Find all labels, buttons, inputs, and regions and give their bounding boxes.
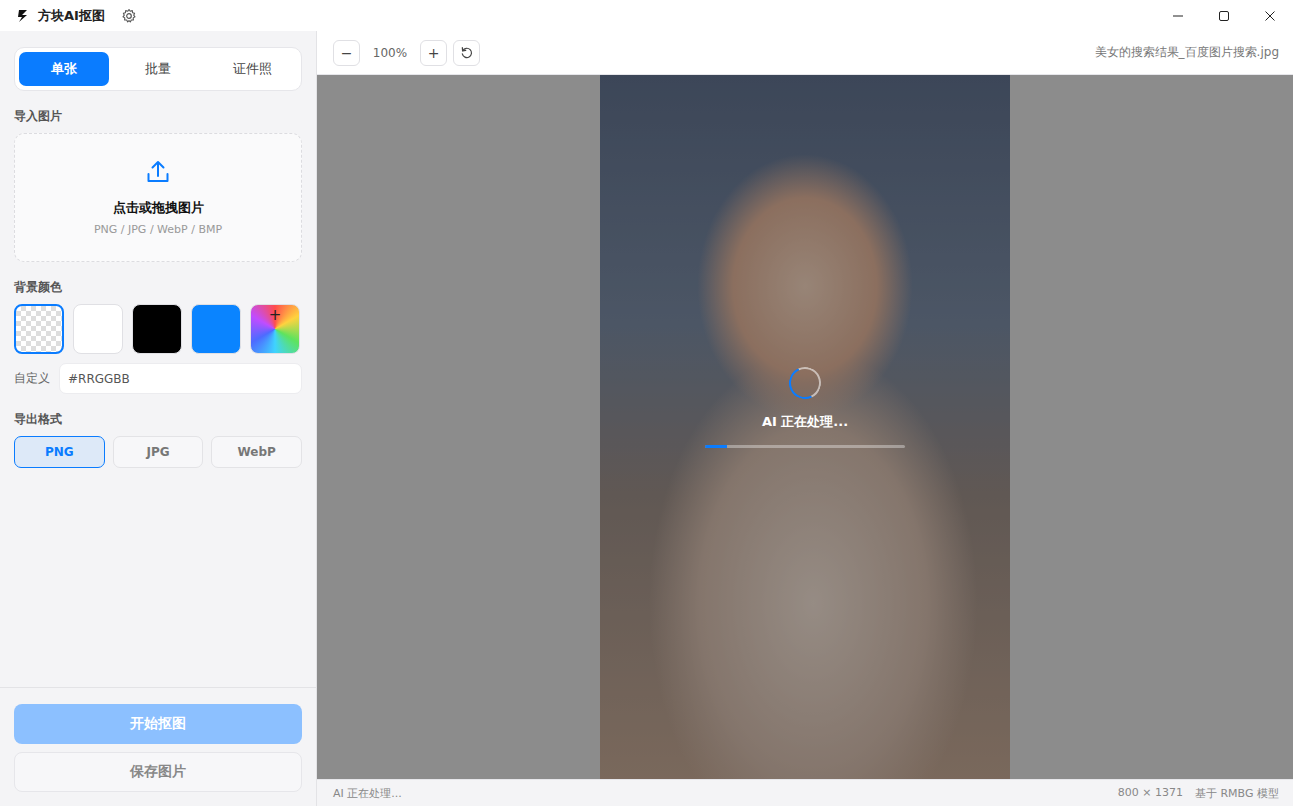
maximize-icon — [1218, 10, 1230, 22]
section-label: 导入图片 — [14, 108, 302, 125]
toolbar: − 100% + 美女的搜索结果_百度图片搜索.jpg — [317, 31, 1293, 75]
minimize-icon — [1172, 10, 1184, 22]
progress-bar — [705, 445, 905, 448]
section-label: 背景颜色 — [14, 279, 302, 296]
format-option[interactable]: PNG — [14, 436, 105, 468]
swatch-list: + — [14, 304, 302, 354]
minimize-button[interactable] — [1155, 0, 1201, 31]
action-button[interactable]: 保存图片 — [14, 752, 302, 792]
mode-tab[interactable]: 批量 — [113, 52, 203, 86]
file-name: 美女的搜索结果_百度图片搜索.jpg — [1095, 44, 1279, 61]
plus-label: + — [269, 308, 282, 323]
status-bar: AI 正在处理... 800 × 1371 基于 RMBG 模型 — [317, 779, 1293, 806]
action-button[interactable]: 开始抠图 — [14, 704, 302, 744]
custom-label: 自定义 — [14, 370, 50, 387]
status-text: AI 正在处理... — [333, 786, 402, 801]
mode-tabs: 单张批量证件照 — [14, 47, 302, 91]
color-picker-swatch[interactable]: + — [250, 304, 300, 354]
maximize-button[interactable] — [1201, 0, 1247, 31]
hex-input[interactable] — [59, 363, 302, 394]
logo-icon — [16, 9, 30, 23]
color-swatch[interactable] — [191, 304, 241, 354]
color-swatch[interactable] — [73, 304, 123, 354]
title-bar: 方块AI抠图 — [0, 0, 1293, 31]
close-button[interactable] — [1247, 0, 1293, 31]
mode-tab[interactable]: 单张 — [19, 52, 109, 86]
mode-tab[interactable]: 证件照 — [207, 52, 297, 86]
format-option[interactable]: JPG — [113, 436, 204, 468]
processing-overlay: AI 正在处理... — [317, 75, 1293, 779]
format-option[interactable]: WebP — [211, 436, 302, 468]
drop-formats: PNG / JPG / WebP / BMP — [94, 223, 222, 236]
gear-icon[interactable] — [121, 8, 137, 24]
zoom-in-button[interactable]: + — [420, 40, 447, 66]
color-swatch[interactable] — [132, 304, 182, 354]
spinner-icon — [784, 362, 825, 403]
zoom-level: 100% — [366, 46, 414, 60]
image-dimensions: 800 × 1371 — [1118, 786, 1183, 801]
zoom-out-button[interactable]: − — [333, 40, 360, 66]
app-window: 方块AI抠图 单张批量证件照 导入图片 点击或拖拽图片 PNG / JPG / … — [0, 0, 1293, 806]
progress-fill — [705, 445, 727, 448]
processing-text: AI 正在处理... — [762, 413, 848, 431]
drop-prompt: 点击或拖拽图片 — [113, 199, 204, 217]
transparent-swatch[interactable] — [14, 304, 64, 354]
canvas: AI 正在处理... — [317, 75, 1293, 779]
reset-icon — [460, 46, 473, 59]
reset-button[interactable] — [453, 40, 480, 66]
section-label: 导出格式 — [14, 411, 302, 428]
close-icon — [1264, 10, 1276, 22]
sidebar: 单张批量证件照 导入图片 点击或拖拽图片 PNG / JPG / WebP / … — [0, 31, 317, 806]
drop-zone[interactable]: 点击或拖拽图片 PNG / JPG / WebP / BMP — [14, 133, 302, 262]
model-name: 基于 RMBG 模型 — [1195, 786, 1279, 801]
app-title: 方块AI抠图 — [38, 7, 105, 25]
upload-icon — [145, 159, 171, 185]
